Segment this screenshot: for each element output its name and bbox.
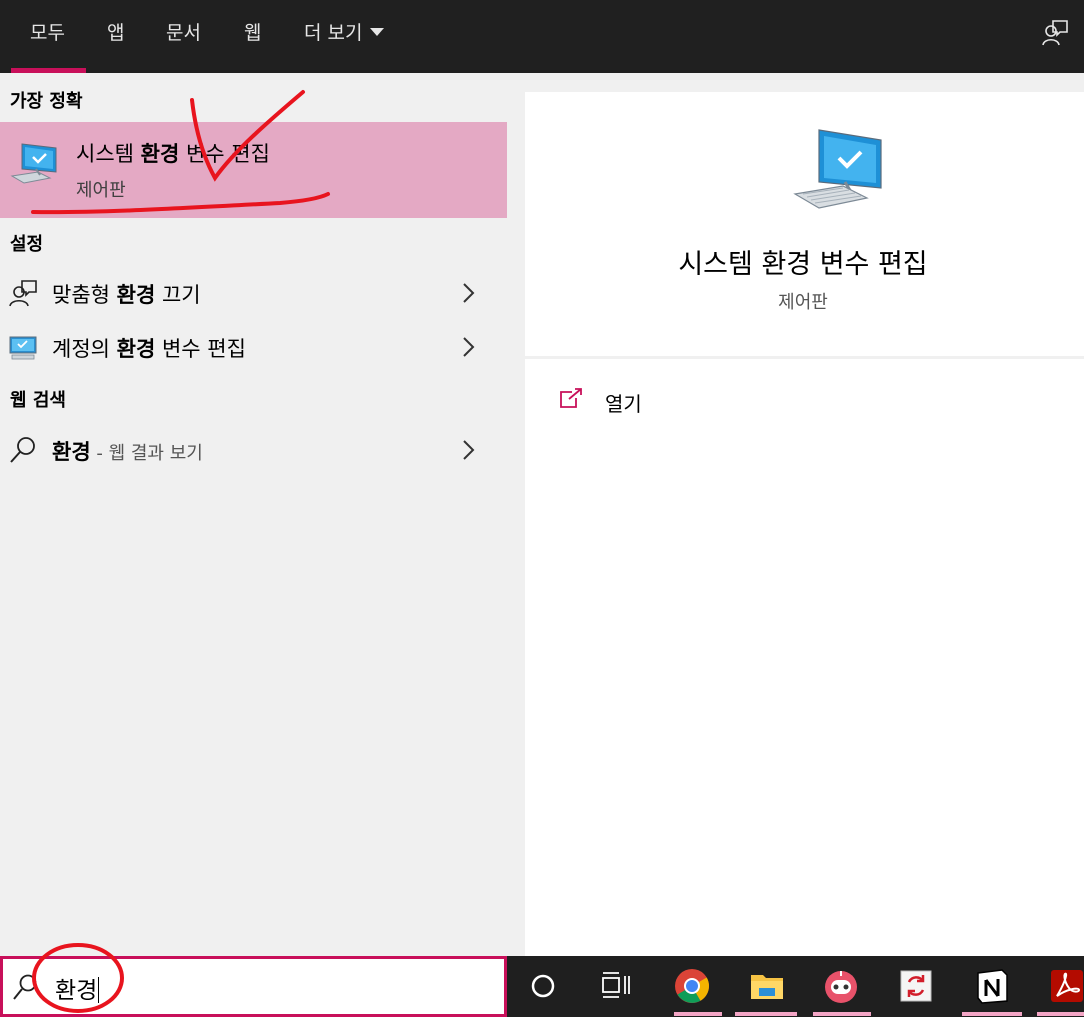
actions-list: 열기 [525,359,1084,956]
feedback-icon[interactable] [1040,18,1070,48]
taskbar-running-indicator [735,1012,797,1016]
taskbar [507,956,1084,1017]
taskbar-running-indicator [813,1012,871,1016]
tab-documents[interactable]: 문서 [166,18,201,48]
settings-item-label: 계정의 환경 변수 편집 [52,337,246,361]
search-input[interactable]: 환경 [55,971,100,1005]
chrome-icon[interactable] [672,966,712,1006]
search-box[interactable]: 환경 [0,956,507,1017]
search-icon [10,437,35,463]
task-view-icon[interactable] [595,966,635,1006]
system-monitor-icon [10,143,57,184]
open-label: 열기 [605,392,642,416]
tab-more-label: 더 보기 [304,22,363,44]
robot-app-icon[interactable] [821,966,861,1006]
section-settings: 설정 [10,234,44,255]
taskbar-running-indicator [1037,1012,1084,1016]
tab-all[interactable]: 모두 [30,18,65,48]
tab-more[interactable]: 더 보기 [304,18,385,48]
chevron-right-icon [463,283,475,303]
text-cursor [98,977,100,1003]
monitor-icon [9,336,37,360]
file-explorer-icon[interactable] [747,966,787,1006]
notion-icon[interactable] [972,966,1012,1006]
web-result-label: 환경 - 웹 결과 보기 [52,440,203,464]
taskbar-running-indicator [674,1012,722,1016]
best-match-title: 시스템 환경 변수 편집 [76,142,270,166]
preview-card: 시스템 환경 변수 편집 제어판 [525,92,1084,356]
chevron-right-icon [463,440,475,460]
results-panel: 가장 정확 시스템 환경 변수 편집 제어판 설정 맞춤형 환경 끄기 계정의 … [0,73,507,956]
preview-panel: 시스템 환경 변수 편집 제어판 열기 [507,73,1084,956]
tab-web[interactable]: 웹 [244,18,261,48]
preview-subtitle: 제어판 [778,292,828,313]
open-external-icon [560,388,582,408]
settings-item-label: 맞춤형 환경 끄기 [52,283,201,307]
preview-title: 시스템 환경 변수 편집 [678,249,928,280]
best-match-subtitle: 제어판 [76,180,126,201]
system-monitor-icon [793,129,882,209]
chevron-down-icon [370,28,385,36]
section-best-match: 가장 정확 [10,91,83,112]
chevron-right-icon [463,337,475,357]
sync-app-icon[interactable] [896,966,936,1006]
section-web-search: 웹 검색 [10,390,66,411]
person-chat-icon [9,280,37,307]
best-match-result[interactable]: 시스템 환경 변수 편집 제어판 [0,122,507,218]
taskbar-running-indicator [962,1012,1022,1016]
settings-item-personalized-environment[interactable]: 맞춤형 환경 끄기 [0,268,507,318]
acrobat-icon[interactable] [1047,966,1084,1006]
settings-item-account-env-vars[interactable]: 계정의 환경 변수 편집 [0,322,507,372]
web-search-result[interactable]: 환경 - 웹 결과 보기 [0,425,507,475]
search-icon [13,974,37,1000]
filter-bar: 모두 앱 문서 웹 더 보기 [0,0,1084,73]
cortana-icon[interactable] [523,966,563,1006]
tab-apps[interactable]: 앱 [107,18,124,48]
